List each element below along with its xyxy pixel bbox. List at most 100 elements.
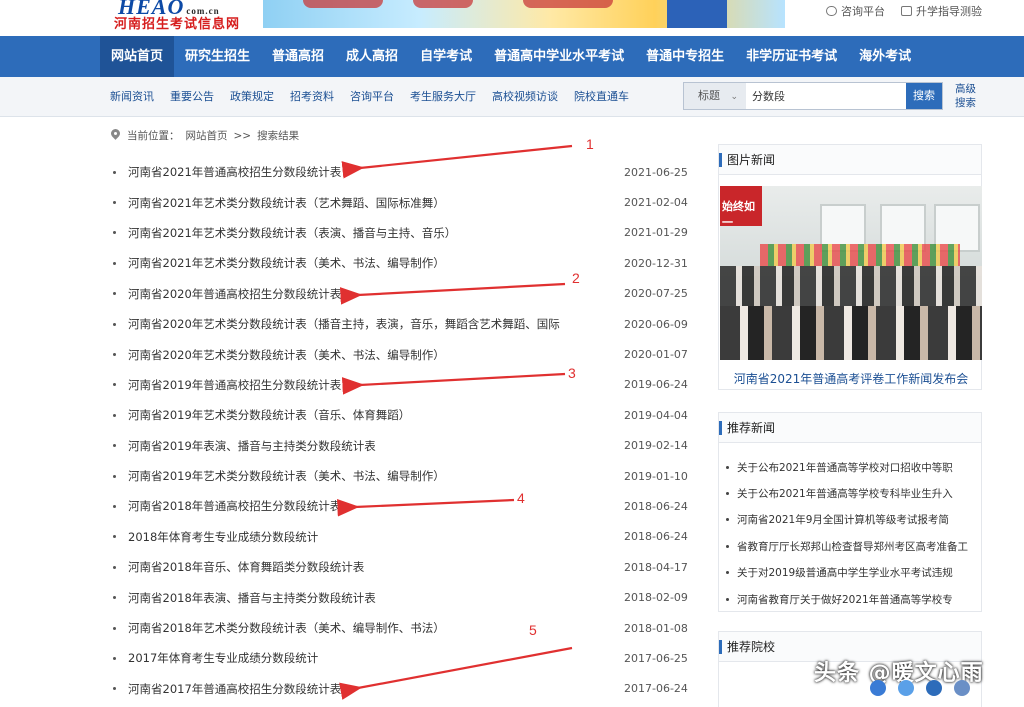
news-item[interactable]: 省教育厅厅长郑邦山检查督导郑州考区高考准备工 <box>726 533 976 559</box>
result-item[interactable]: 河南省2020年艺术类分数段统计表（播音主持，表演，音乐，舞蹈含艺术舞蹈、国际 2… <box>113 309 693 339</box>
emoji-icon[interactable] <box>898 680 914 696</box>
photo-banner: 始终如一 <box>720 186 762 229</box>
news-title[interactable]: 河南省教育厅关于做好2021年普通高等学校专 <box>737 592 953 607</box>
breadcrumb-home[interactable]: 网站首页 <box>186 128 228 143</box>
consult-platform-link[interactable]: 咨询平台 <box>826 3 885 19</box>
result-title[interactable]: 河南省2021年普通高校招生分数段统计表 <box>128 164 578 180</box>
site-name[interactable]: 河南招生考试信息网 <box>114 13 240 32</box>
search-field-select[interactable]: 标题 ⌄ <box>684 83 746 109</box>
result-title[interactable]: 2017年体育考生专业成绩分数段统计 <box>128 650 578 666</box>
result-title[interactable]: 河南省2018年艺术类分数段统计表（美术、编导制作、书法） <box>128 620 578 636</box>
news-item[interactable]: 关于公布2021年普通高等学校对口招收中等职 <box>726 454 976 480</box>
ime-icon[interactable] <box>870 680 886 696</box>
mic-icon[interactable] <box>926 680 942 696</box>
result-item[interactable]: 河南省2017年普通高校招生分数段统计表 2017-06-24 <box>113 674 693 704</box>
search-results-list: 河南省2021年普通高校招生分数段统计表 2021-06-25 河南省2021年艺… <box>113 157 693 704</box>
annotation-number: 3 <box>568 365 576 381</box>
banner-graphic <box>523 0 613 8</box>
nav-item-overseas[interactable]: 海外考试 <box>848 36 922 77</box>
annotation-number: 5 <box>529 622 537 638</box>
result-title[interactable]: 河南省2018年音乐、体育舞蹈类分数段统计表 <box>128 559 578 575</box>
result-item[interactable]: 河南省2019年艺术类分数段统计表（音乐、体育舞蹈） 2019-04-04 <box>113 400 693 430</box>
keyboard-icon[interactable] <box>954 680 970 696</box>
subnav-item-policies[interactable]: 政策规定 <box>230 88 274 104</box>
nav-item-adult-admission[interactable]: 成人高招 <box>335 36 409 77</box>
guidance-test-link[interactable]: 升学指导测验 <box>901 3 982 19</box>
top-link-label: 升学指导测验 <box>916 5 982 18</box>
result-title[interactable]: 2018年体育考生专业成绩分数段统计 <box>128 529 578 545</box>
result-title[interactable]: 河南省2019年普通高校招生分数段统计表 <box>128 377 578 393</box>
nav-item-home[interactable]: 网站首页 <box>100 36 175 77</box>
nav-item-self-study[interactable]: 自学考试 <box>409 36 483 77</box>
result-title[interactable]: 河南省2017年普通高校招生分数段统计表 <box>128 681 578 697</box>
search-button[interactable]: 搜索 <box>906 83 942 109</box>
result-title[interactable]: 河南省2020年艺术类分数段统计表（美术、书法、编导制作） <box>128 347 578 363</box>
chevron-down-icon: ⌄ <box>730 92 738 102</box>
subnav-item-materials[interactable]: 招考资料 <box>290 88 334 104</box>
news-photo[interactable]: 始终如一 <box>720 186 982 360</box>
subnav-item-video-interviews[interactable]: 高校视频访谈 <box>492 88 558 104</box>
nav-item-certificate[interactable]: 非学历证书考试 <box>735 36 848 77</box>
news-title[interactable]: 关于公布2021年普通高等学校对口招收中等职 <box>737 460 953 475</box>
bullet <box>726 571 729 575</box>
annotation-number: 2 <box>572 270 580 286</box>
result-item[interactable]: 河南省2018年表演、播音与主持类分数段统计表 2018-02-09 <box>113 582 693 612</box>
banner-graphic <box>667 0 727 28</box>
result-title[interactable]: 河南省2021年艺术类分数段统计表（美术、书法、编导制作） <box>128 255 578 271</box>
result-item[interactable]: 河南省2020年艺术类分数段统计表（美术、书法、编导制作） 2020-01-07 <box>113 339 693 369</box>
result-item[interactable]: 河南省2018年普通高校招生分数段统计表 2018-06-24 <box>113 491 693 521</box>
bullet <box>113 687 116 691</box>
result-item[interactable]: 河南省2020年普通高校招生分数段统计表 2020-07-25 <box>113 279 693 309</box>
bullet <box>113 474 116 478</box>
result-title[interactable]: 河南省2019年表演、播音与主持类分数段统计表 <box>128 438 578 454</box>
result-item[interactable]: 2017年体育考生专业成绩分数段统计 2017-06-25 <box>113 643 693 673</box>
result-item[interactable]: 河南省2021年艺术类分数段统计表（表演、播音与主持、音乐） 2021-01-29 <box>113 218 693 248</box>
bullet <box>113 596 116 600</box>
result-item[interactable]: 2018年体育考生专业成绩分数段统计 2018-06-24 <box>113 522 693 552</box>
result-title[interactable]: 河南省2019年艺术类分数段统计表（音乐、体育舞蹈） <box>128 407 578 423</box>
result-item[interactable]: 河南省2019年表演、播音与主持类分数段统计表 2019-02-14 <box>113 431 693 461</box>
nav-item-general-admission[interactable]: 普通高招 <box>261 36 335 77</box>
result-title[interactable]: 河南省2018年表演、播音与主持类分数段统计表 <box>128 590 578 606</box>
result-title[interactable]: 河南省2021年艺术类分数段统计表（表演、播音与主持、音乐） <box>128 225 578 241</box>
nav-item-academic-level[interactable]: 普通高中学业水平考试 <box>483 36 635 77</box>
result-title[interactable]: 河南省2021年艺术类分数段统计表（艺术舞蹈、国际标准舞） <box>128 195 578 211</box>
result-title[interactable]: 河南省2020年艺术类分数段统计表（播音主持，表演，音乐，舞蹈含艺术舞蹈、国际 <box>128 316 578 332</box>
bullet <box>726 492 729 496</box>
photo-caption[interactable]: 河南省2021年普通高考评卷工作新闻发布会 <box>720 370 982 387</box>
result-item[interactable]: 河南省2018年艺术类分数段统计表（美术、编导制作、书法） 2018-01-08 <box>113 613 693 643</box>
news-item[interactable]: 河南省教育厅关于做好2021年普通高等学校专 <box>726 586 976 612</box>
result-item[interactable]: 河南省2021年普通高校招生分数段统计表 2021-06-25 <box>113 157 693 187</box>
search-input[interactable] <box>746 83 906 109</box>
result-item[interactable]: 河南省2019年普通高校招生分数段统计表 2019-06-24 <box>113 370 693 400</box>
result-title[interactable]: 河南省2018年普通高校招生分数段统计表 <box>128 498 578 514</box>
news-item[interactable]: 关于公布2021年普通高等学校专科毕业生升入 <box>726 480 976 506</box>
news-title[interactable]: 省教育厅厅长郑邦山检查督导郑州考区高考准备工 <box>737 539 968 554</box>
photo-flowers <box>760 244 960 266</box>
result-item[interactable]: 河南省2018年音乐、体育舞蹈类分数段统计表 2018-04-17 <box>113 552 693 582</box>
subnav-item-announcements[interactable]: 重要公告 <box>170 88 214 104</box>
result-item[interactable]: 河南省2021年艺术类分数段统计表（美术、书法、编导制作） 2020-12-31 <box>113 248 693 278</box>
result-date: 2019-04-04 <box>624 408 688 422</box>
result-title[interactable]: 河南省2019年艺术类分数段统计表（美术、书法、编导制作） <box>128 468 578 484</box>
news-item[interactable]: 关于对2019级普通高中学生学业水平考试违规 <box>726 560 976 586</box>
document-icon <box>901 6 912 16</box>
result-title[interactable]: 河南省2020年普通高校招生分数段统计表 <box>128 286 578 302</box>
subnav-item-college-direct[interactable]: 院校直通车 <box>574 88 629 104</box>
news-item[interactable]: 河南省2021年9月全国计算机等级考试报考简 <box>726 507 976 533</box>
header-banner[interactable] <box>263 0 785 28</box>
subnav-item-consult[interactable]: 咨询平台 <box>350 88 394 104</box>
subnav-item-news[interactable]: 新闻资讯 <box>110 88 154 104</box>
result-date: 2021-01-29 <box>624 226 688 240</box>
search-field-value: 标题 <box>698 89 720 102</box>
advanced-search-link[interactable]: 高级搜索 <box>955 82 981 110</box>
result-item[interactable]: 河南省2019年艺术类分数段统计表（美术、书法、编导制作） 2019-01-10 <box>113 461 693 491</box>
news-title[interactable]: 关于对2019级普通高中学生学业水平考试违规 <box>737 565 953 580</box>
nav-item-graduate[interactable]: 研究生招生 <box>174 36 261 77</box>
result-item[interactable]: 河南省2021年艺术类分数段统计表（艺术舞蹈、国际标准舞） 2021-02-04 <box>113 187 693 217</box>
subnav-item-service-hall[interactable]: 考生服务大厅 <box>410 88 476 104</box>
news-title[interactable]: 河南省2021年9月全国计算机等级考试报考简 <box>737 512 949 527</box>
top-link-label: 咨询平台 <box>841 5 885 18</box>
nav-item-vocational[interactable]: 普通中专招生 <box>635 36 735 77</box>
news-title[interactable]: 关于公布2021年普通高等学校专科毕业生升入 <box>737 486 953 501</box>
